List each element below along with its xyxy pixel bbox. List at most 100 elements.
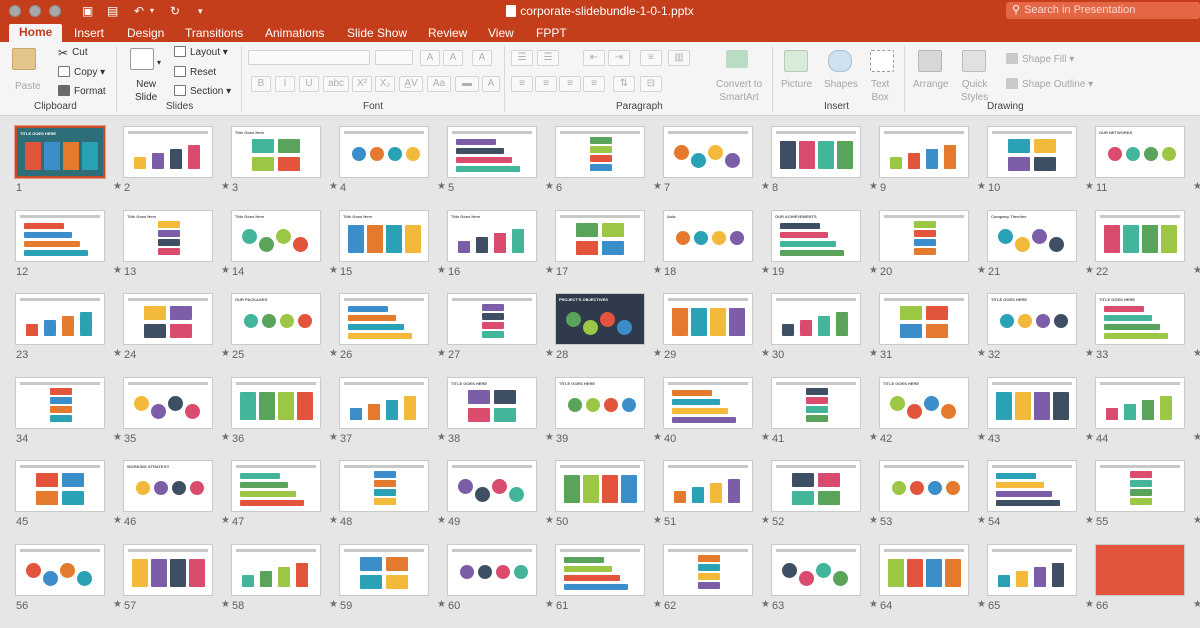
slide-thumbnail[interactable]: TITLE GOES HERE 1 ★ <box>15 126 123 209</box>
slide-thumbnail[interactable]: 52 ★ <box>771 460 879 543</box>
slide-thumbnail[interactable]: Title Goes Here 14 ★ <box>231 209 339 293</box>
tab-review[interactable]: Review <box>428 25 467 41</box>
slide-transition-star-icon[interactable]: ★ <box>653 181 662 192</box>
slide-transition-star-icon[interactable]: ★ <box>221 348 230 359</box>
slide-transition-star-icon[interactable]: ★ <box>761 348 770 359</box>
align-center-button[interactable]: ≡ <box>535 76 557 92</box>
slide-transition-star-icon[interactable]: ★ <box>113 348 122 359</box>
slide-transition-star-icon[interactable]: ★ <box>761 432 770 443</box>
section-button[interactable]: Section ▾ <box>174 85 231 98</box>
slide-thumbnail[interactable]: 27 ★ <box>447 293 555 376</box>
slide-transition-star-icon[interactable]: ★ <box>869 181 878 192</box>
font-color-button[interactable]: A <box>482 76 500 92</box>
slide-transition-star-icon[interactable]: ★ <box>1085 599 1094 610</box>
slide-thumbnail[interactable]: 61 ★ <box>555 543 663 627</box>
slide-transition-star-icon[interactable]: ★ <box>113 432 122 443</box>
slide-thumbnail[interactable]: 36 ★ <box>231 376 339 460</box>
slide-transition-star-icon[interactable]: ★ <box>977 599 986 610</box>
slide-thumbnail[interactable]: Title Goes Here 16 ★ <box>447 209 555 293</box>
subscript-button[interactable]: X₂ <box>375 76 395 92</box>
slide-transition-star-icon[interactable]: ★ <box>1193 432 1200 443</box>
slide-transition-star-icon[interactable]: ★ <box>653 265 662 276</box>
slide-thumbnail[interactable]: 29 ★ <box>663 293 771 376</box>
paste-button[interactable]: Paste <box>15 80 41 93</box>
slide-transition-star-icon[interactable]: ★ <box>437 348 446 359</box>
reset-button[interactable]: Reset <box>174 66 216 79</box>
slide-thumbnail[interactable]: 66 ★ <box>1095 543 1200 627</box>
slide-thumbnail[interactable]: OUR PACKAGES 25 ★ <box>231 293 339 376</box>
slide-thumbnail[interactable]: 57 ★ <box>123 543 231 627</box>
slide-thumbnail[interactable]: PROJECT'S OBJECTIVES 28 ★ <box>555 293 663 376</box>
slide-thumbnail[interactable]: 55 ★ <box>1095 460 1200 543</box>
search-input[interactable]: ⚲ Search in Presentation <box>1006 2 1200 19</box>
slide-transition-star-icon[interactable]: ★ <box>869 348 878 359</box>
shape-fill-button[interactable]: Shape Fill ▾ <box>1006 53 1074 66</box>
slide-transition-star-icon[interactable]: ★ <box>977 265 986 276</box>
slide-transition-star-icon[interactable]: ★ <box>869 515 878 526</box>
slide-transition-star-icon[interactable]: ★ <box>1193 348 1200 359</box>
slide-thumbnail[interactable]: Company Timeline 21 ★ <box>987 209 1095 293</box>
align-left-button[interactable]: ≡ <box>511 76 533 92</box>
slide-transition-star-icon[interactable]: ★ <box>545 181 554 192</box>
slide-thumbnail[interactable]: 37 ★ <box>339 376 447 460</box>
increase-font-size-button[interactable]: A <box>420 50 440 66</box>
slide-thumbnail[interactable]: 10 ★ <box>987 126 1095 209</box>
slide-thumbnail[interactable]: 44 ★ <box>1095 376 1200 460</box>
strikethrough-button[interactable]: abc <box>323 76 349 92</box>
font-family-select[interactable] <box>248 50 370 65</box>
slide-transition-star-icon[interactable]: ★ <box>761 265 770 276</box>
slide-transition-star-icon[interactable]: ★ <box>221 515 230 526</box>
slide-thumbnail[interactable]: 64 ★ <box>879 543 987 627</box>
bullets-button[interactable]: ☰ <box>511 50 533 66</box>
slide-thumbnail[interactable]: 43 ★ <box>987 376 1095 460</box>
slide-transition-star-icon[interactable]: ★ <box>437 515 446 526</box>
shape-outline-button[interactable]: Shape Outline ▾ <box>1006 78 1093 91</box>
slide-thumbnail[interactable]: 63 ★ <box>771 543 879 627</box>
slide-thumbnail[interactable]: 17 ★ <box>555 209 663 293</box>
tab-view[interactable]: View <box>488 25 514 41</box>
tab-transitions[interactable]: Transitions <box>185 25 243 41</box>
quick-styles-button[interactable]: Quick Styles <box>961 78 988 104</box>
slide-transition-star-icon[interactable]: ★ <box>653 348 662 359</box>
slide-transition-star-icon[interactable]: ★ <box>977 432 986 443</box>
slide-transition-star-icon[interactable]: ★ <box>545 432 554 443</box>
slide-transition-star-icon[interactable]: ★ <box>1193 181 1200 192</box>
slide-transition-star-icon[interactable]: ★ <box>329 348 338 359</box>
character-spacing-button[interactable]: A̲V <box>399 76 423 92</box>
slide-thumbnail[interactable]: OUR ACHIEVEMENTS 19 ★ <box>771 209 879 293</box>
slide-transition-star-icon[interactable]: ★ <box>761 515 770 526</box>
slide-thumbnail[interactable]: Title Goes Here 15 ★ <box>339 209 447 293</box>
copy-button[interactable]: Copy ▾ <box>58 66 105 79</box>
slide-thumbnail[interactable]: TITLE GOES HERE 39 ★ <box>555 376 663 460</box>
bold-button[interactable]: B <box>251 76 271 92</box>
slide-thumbnail[interactable]: 48 ★ <box>339 460 447 543</box>
superscript-button[interactable]: X² <box>352 76 372 92</box>
slide-transition-star-icon[interactable]: ★ <box>869 432 878 443</box>
slide-transition-star-icon[interactable]: ★ <box>653 432 662 443</box>
slide-transition-star-icon[interactable]: ★ <box>1085 348 1094 359</box>
slide-transition-star-icon[interactable]: ★ <box>1085 265 1094 276</box>
slide-transition-star-icon[interactable]: ★ <box>1193 599 1200 610</box>
slide-transition-star-icon[interactable]: ★ <box>437 599 446 610</box>
slide-transition-star-icon[interactable]: ★ <box>437 181 446 192</box>
italic-button[interactable]: I <box>275 76 295 92</box>
slide-transition-star-icon[interactable]: ★ <box>545 599 554 610</box>
slide-transition-star-icon[interactable]: ★ <box>977 515 986 526</box>
slide-transition-star-icon[interactable]: ★ <box>1193 265 1200 276</box>
slide-thumbnail[interactable]: 4 ★ <box>339 126 447 209</box>
slide-transition-star-icon[interactable]: ★ <box>1085 181 1094 192</box>
highlight-button[interactable]: ▬ <box>455 76 479 92</box>
slide-transition-star-icon[interactable]: ★ <box>113 515 122 526</box>
tab-fppt[interactable]: FPPT <box>536 25 567 41</box>
slide-transition-star-icon[interactable]: ★ <box>545 265 554 276</box>
justify-button[interactable]: ≡ <box>583 76 605 92</box>
tab-home[interactable]: Home <box>9 24 63 42</box>
slide-transition-star-icon[interactable]: ★ <box>761 599 770 610</box>
text-direction-button[interactable]: ⇅ <box>613 76 635 92</box>
new-slide-button[interactable]: New Slide <box>135 78 157 104</box>
tab-slide-show[interactable]: Slide Show <box>347 25 407 41</box>
slide-transition-star-icon[interactable]: ★ <box>545 348 554 359</box>
tab-insert[interactable]: Insert <box>74 25 104 41</box>
slide-thumbnail[interactable]: 22 ★ <box>1095 209 1200 293</box>
slide-thumbnail[interactable]: 2 ★ <box>123 126 231 209</box>
